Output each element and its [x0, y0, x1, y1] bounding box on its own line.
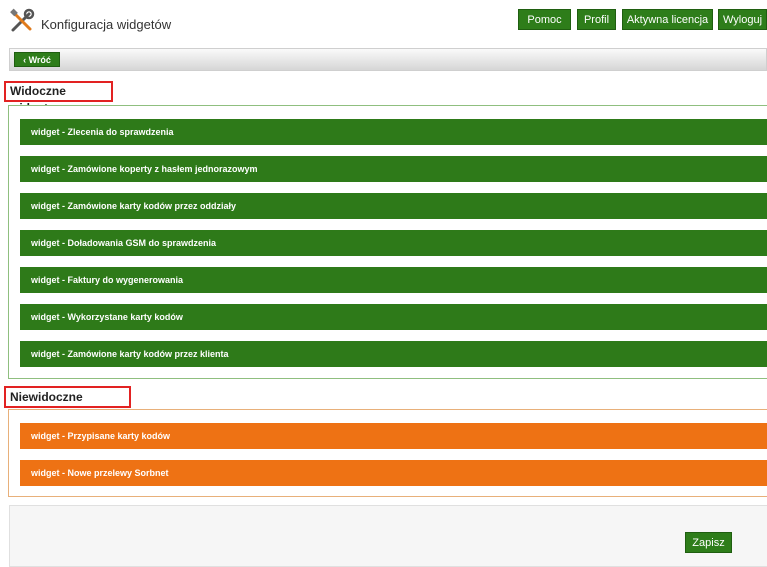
visible-widget-item[interactable]: widget - Zlecenia do sprawdzenia — [20, 119, 767, 145]
license-button[interactable]: Aktywna licencja — [622, 9, 713, 30]
hidden-widgets-label: Niewidoczne widgety — [4, 386, 131, 422]
logout-button[interactable]: Wyloguj — [718, 9, 767, 30]
hidden-widget-item[interactable]: widget - Przypisane karty kodów — [20, 423, 767, 449]
visible-widget-item[interactable]: widget - Zamówione karty kodów przez odd… — [20, 193, 767, 219]
tools-icon — [10, 8, 35, 32]
footer-panel — [9, 505, 767, 567]
help-button[interactable]: Pomoc — [518, 9, 571, 30]
hidden-widget-item[interactable]: widget - Nowe przelewy Sorbnet — [20, 460, 767, 486]
save-button[interactable]: Zapisz — [685, 532, 732, 553]
visible-widget-item[interactable]: widget - Wykorzystane karty kodów — [20, 304, 767, 330]
visible-widget-item[interactable]: widget - Zamówione koperty z hasłem jedn… — [20, 156, 767, 182]
visible-widget-item[interactable]: widget - Zamówione karty kodów przez kli… — [20, 341, 767, 367]
visible-widget-item[interactable]: widget - Doładowania GSM do sprawdzenia — [20, 230, 767, 256]
visible-widgets-label: Widoczne widgety — [4, 81, 113, 115]
toolbar: ‹ Wróć — [9, 48, 767, 71]
profile-button[interactable]: Profil — [577, 9, 616, 30]
app-header: Konfiguracja widgetów Pomoc Profil Aktyw… — [0, 0, 767, 44]
page-title: Konfiguracja widgetów — [41, 17, 172, 32]
visible-widget-item[interactable]: widget - Faktury do wygenerowania — [20, 267, 767, 293]
back-button[interactable]: ‹ Wróć — [14, 52, 60, 67]
